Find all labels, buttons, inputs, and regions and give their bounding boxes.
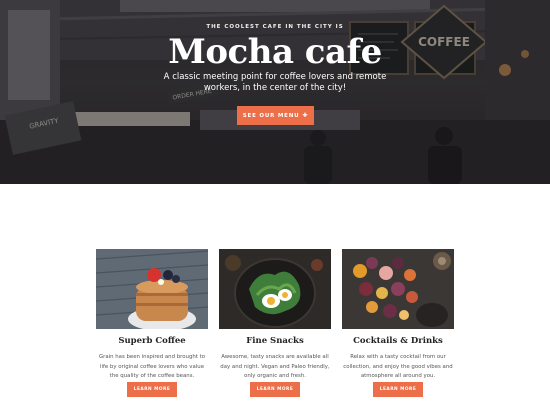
feature-title: Fine Snacks bbox=[246, 336, 304, 346]
hero-subtitle: A classic meeting point for coffee lover… bbox=[163, 72, 387, 93]
hero-eyebrow: THE COOLEST CAFE IN THE CITY IS bbox=[206, 24, 344, 30]
fruit-platter-image bbox=[342, 249, 454, 329]
hero-section: COFFEE GRAVITY ORDER HERE THE COOLEST CA… bbox=[0, 0, 550, 184]
learn-more-drinks-button[interactable]: LEARN MORE bbox=[373, 382, 423, 397]
plus-icon: ✚ bbox=[302, 112, 309, 119]
feature-description: Grain has been inspired and brought to l… bbox=[98, 354, 206, 379]
pancakes-image bbox=[96, 249, 208, 329]
feature-description: Relax with a tasty cocktail from our col… bbox=[343, 354, 453, 379]
feature-card-drinks: Cocktails & Drinks Relax with a tasty co… bbox=[342, 249, 454, 397]
learn-more-coffee-button[interactable]: LEARN MORE bbox=[127, 382, 177, 397]
hero-title: Mocha cafe bbox=[168, 32, 382, 72]
hero-content: THE COOLEST CAFE IN THE CITY IS Mocha ca… bbox=[0, 0, 550, 184]
feature-description: Awesome, tasty snacks are available all … bbox=[220, 354, 330, 379]
salad-bowl-image bbox=[219, 249, 331, 329]
feature-title: Superb Coffee bbox=[118, 336, 186, 346]
feature-card-snacks: Fine Snacks Awesome, tasty snacks are av… bbox=[219, 249, 331, 397]
see-our-menu-label: SEE OUR MENU bbox=[242, 112, 300, 119]
feature-card-coffee: Superb Coffee Grain has been inspired an… bbox=[96, 249, 208, 397]
see-our-menu-button[interactable]: SEE OUR MENU ✚ bbox=[237, 106, 314, 125]
feature-title: Cocktails & Drinks bbox=[353, 336, 443, 346]
learn-more-snacks-button[interactable]: LEARN MORE bbox=[250, 382, 300, 397]
